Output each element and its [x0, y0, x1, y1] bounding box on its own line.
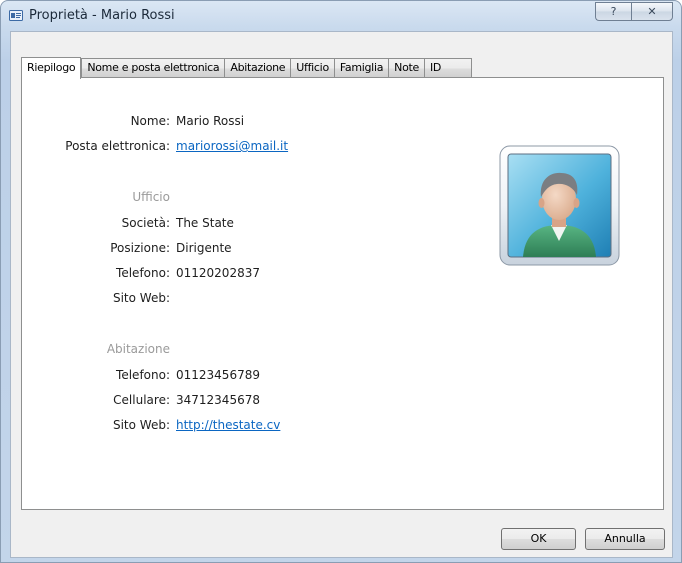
company-label: Società: [121, 216, 170, 230]
office-section-label: Ufficio [132, 190, 170, 204]
tab-strip: Riepilogo Nome e posta elettronica Abita… [21, 56, 472, 79]
summary-panel: Nome: Mario Rossi Posta elettronica: mar… [21, 77, 664, 510]
home-phone-label: Telefono: [116, 368, 170, 382]
position-value: Dirigente [176, 241, 232, 255]
tab-abitazione[interactable]: Abitazione [224, 58, 291, 78]
tab-riepilogo[interactable]: Riepilogo [21, 57, 82, 79]
ok-button[interactable]: OK [501, 528, 576, 550]
mobile-label: Cellulare: [113, 393, 170, 407]
office-phone-label: Telefono: [116, 266, 170, 280]
window-title: Proprietà - Mario Rossi [29, 8, 175, 23]
tab-nome-e-posta-elettronica[interactable]: Nome e posta elettronica [81, 58, 225, 78]
tab-id[interactable]: ID [423, 58, 472, 78]
properties-dialog: Proprietà - Mario Rossi ? ✕ Riepilogo No… [0, 0, 682, 563]
close-icon: ✕ [647, 5, 657, 18]
mobile-value: 34712345678 [176, 393, 260, 407]
title-bar[interactable]: Proprietà - Mario Rossi ? ✕ [1, 1, 681, 31]
cancel-button[interactable]: Annulla [585, 528, 665, 550]
home-website-link[interactable]: http://thestate.cv [176, 418, 280, 432]
tab-ufficio[interactable]: Ufficio [290, 58, 334, 78]
home-section-label: Abitazione [106, 342, 170, 356]
email-label: Posta elettronica: [65, 139, 170, 153]
contact-avatar[interactable] [499, 145, 620, 266]
tab-note[interactable]: Note [388, 58, 424, 78]
name-label: Nome: [130, 114, 170, 128]
caption-buttons: ? ✕ [595, 2, 673, 21]
help-button[interactable]: ? [595, 2, 631, 21]
home-phone-value: 01123456789 [176, 368, 260, 382]
position-label: Posizione: [110, 241, 170, 255]
name-value: Mario Rossi [176, 114, 245, 128]
close-button[interactable]: ✕ [631, 2, 673, 21]
home-website-label: Sito Web: [112, 418, 170, 432]
help-icon: ? [610, 5, 617, 18]
tab-famiglia[interactable]: Famiglia [333, 58, 389, 78]
contact-card-icon [9, 10, 23, 21]
office-phone-value: 01120202837 [176, 266, 260, 280]
email-link[interactable]: mariorossi@mail.it [176, 139, 288, 153]
dialog-client-area: Riepilogo Nome e posta elettronica Abita… [10, 31, 673, 558]
office-website-label: Sito Web: [112, 291, 170, 305]
company-value: The State [176, 216, 234, 230]
